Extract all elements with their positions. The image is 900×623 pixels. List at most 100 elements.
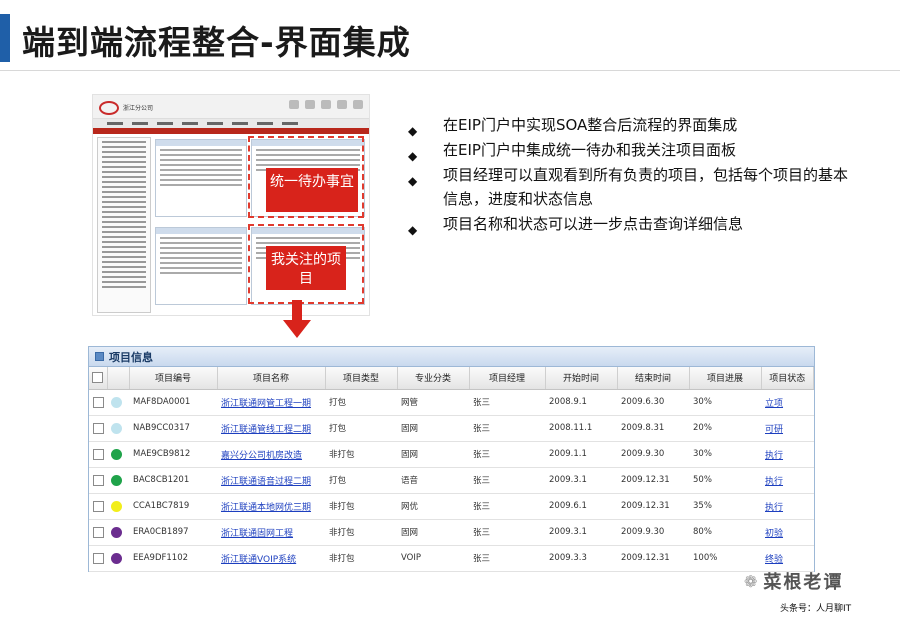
start-date-cell: 2009.1.1	[545, 441, 617, 468]
project-status-link[interactable]: 可研	[765, 425, 783, 435]
table-row[interactable]: MAF8DA0001 浙江联通网管工程一期 打包 网管 张三 2008.9.1 2009.6…	[89, 389, 814, 416]
project-type-cell: 非打包	[325, 519, 397, 546]
row-checkbox[interactable]	[93, 552, 104, 564]
project-status-cell: 执行	[761, 441, 814, 468]
project-name-link[interactable]: 浙江联通本地网优三期	[221, 503, 311, 513]
end-date-cell: 2009.6.30	[617, 389, 689, 416]
status-dot-cell	[107, 467, 129, 494]
down-arrow-shaft	[292, 300, 302, 322]
checkbox-cell	[89, 545, 107, 572]
bullet-item: ◆ 在EIP门户中集成统一待办和我关注项目面板	[408, 138, 848, 163]
project-table: 项目编号 项目名称 项目类型 专业分类 项目经理 开始时间 结束时间 项目进展 …	[89, 367, 814, 572]
column-header[interactable]: 专业分类	[397, 367, 470, 390]
project-info-panel: 项目信息 项目编号 项目名称 项目类型 专业分类 项目经理 开始时间 结束时间 …	[88, 346, 815, 572]
project-name-link[interactable]: 浙江联通语音过程二期	[221, 477, 311, 487]
project-name-link[interactable]: 浙江联通管线工程二期	[221, 425, 311, 435]
project-name-cell: 浙江联通语音过程二期	[217, 467, 325, 494]
project-name-link[interactable]: 浙江联通VOIP系统	[221, 555, 296, 565]
project-manager-cell: 张三	[469, 441, 545, 468]
table-row[interactable]: ERA0CB1897 浙江联通固网工程 非打包 固网 张三 2009.3.1 2009.9.…	[89, 519, 814, 546]
project-status-cell: 执行	[761, 493, 814, 520]
row-checkbox[interactable]	[93, 448, 104, 460]
portal-tool-icon	[289, 100, 299, 109]
project-type-cell: 打包	[325, 389, 397, 416]
status-dot-cell	[107, 441, 129, 468]
title-accent-bar	[0, 14, 10, 62]
project-manager-cell: 张三	[469, 415, 545, 442]
portal-sidebar	[97, 137, 151, 313]
portal-tool-icon	[305, 100, 315, 109]
column-header[interactable]: 开始时间	[545, 367, 618, 390]
column-header[interactable]: 项目名称	[217, 367, 326, 390]
project-status-cell: 立项	[761, 389, 814, 416]
column-header[interactable]: 项目编号	[129, 367, 218, 390]
table-row[interactable]: EEA9DF1102 浙江联通VOIP系统 非打包 VOIP 张三 2009.3.3 200…	[89, 545, 814, 572]
status-dot-cell	[107, 389, 129, 416]
table-row[interactable]: BAC8CB1201 浙江联通语音过程二期 打包 语音 张三 2009.3.1 2009.1…	[89, 467, 814, 494]
project-name-cell: 嘉兴分公司机房改造	[217, 441, 325, 468]
table-row[interactable]: NAB9CC0317 浙江联通管线工程二期 打包 固网 张三 2008.11.1 2009.…	[89, 415, 814, 442]
project-name-link[interactable]: 嘉兴分公司机房改造	[221, 451, 302, 461]
project-name-link[interactable]: 浙江联通固网工程	[221, 529, 293, 539]
project-status-link[interactable]: 执行	[765, 503, 783, 513]
project-status-link[interactable]: 执行	[765, 451, 783, 461]
row-checkbox[interactable]	[93, 526, 104, 538]
project-category-cell: VOIP	[397, 545, 469, 572]
table-row[interactable]: MAE9CB9812 嘉兴分公司机房改造 非打包 固网 张三 2009.1.1 2009.9…	[89, 441, 814, 468]
portal-tool-icon	[337, 100, 347, 109]
row-checkbox[interactable]	[93, 474, 104, 486]
progress-cell: 30%	[689, 389, 761, 416]
portal-company-name: 浙江分公司	[123, 105, 154, 112]
start-date-cell: 2009.3.3	[545, 545, 617, 572]
table-row[interactable]: CCA1BC7819 浙江联通本地网优三期 非打包 网优 张三 2009.6.1 2009.…	[89, 493, 814, 520]
project-status-cell: 初验	[761, 519, 814, 546]
title-divider	[0, 70, 900, 71]
watermark-text: 菜根老谭	[763, 572, 844, 593]
column-header[interactable]: 项目类型	[325, 367, 398, 390]
project-manager-cell: 张三	[469, 519, 545, 546]
slide-title: 端到端流程整合-界面集成	[22, 23, 411, 62]
column-header[interactable]: 项目状态	[761, 367, 814, 390]
status-dot-icon	[111, 448, 122, 460]
project-id-cell: ERA0CB1897	[129, 519, 217, 546]
column-header[interactable]: 项目进展	[689, 367, 762, 390]
end-date-cell: 2009.12.31	[617, 545, 689, 572]
progress-cell: 50%	[689, 467, 761, 494]
project-name-link[interactable]: 浙江联通网管工程一期	[221, 399, 311, 409]
china-unicom-logo	[99, 101, 119, 115]
row-checkbox[interactable]	[93, 396, 104, 408]
project-status-link[interactable]: 立项	[765, 399, 783, 409]
row-checkbox[interactable]	[93, 500, 104, 512]
status-dot-icon	[111, 526, 122, 538]
project-type-cell: 非打包	[325, 545, 397, 572]
start-date-cell: 2009.3.1	[545, 519, 617, 546]
portal-subnav	[93, 128, 369, 134]
select-all-checkbox[interactable]	[92, 372, 104, 384]
project-category-cell: 语音	[397, 467, 469, 494]
project-status-cell: 执行	[761, 467, 814, 494]
project-id-cell: NAB9CC0317	[129, 415, 217, 442]
project-manager-cell: 张三	[469, 389, 545, 416]
project-status-link[interactable]: 初验	[765, 529, 783, 539]
column-header[interactable]: 项目经理	[469, 367, 546, 390]
watermark: ❁ 菜根老谭	[744, 568, 843, 594]
column-header[interactable]: 结束时间	[617, 367, 690, 390]
portal-header: 浙江分公司	[93, 95, 369, 119]
project-name-cell: 浙江联通本地网优三期	[217, 493, 325, 520]
start-date-cell: 2009.6.1	[545, 493, 617, 520]
status-dot-cell	[107, 545, 129, 572]
project-status-link[interactable]: 执行	[765, 477, 783, 487]
project-status-link[interactable]: 终验	[765, 555, 783, 565]
project-category-cell: 网优	[397, 493, 469, 520]
project-category-cell: 网管	[397, 389, 469, 416]
checkbox-cell	[89, 493, 107, 520]
progress-cell: 35%	[689, 493, 761, 520]
panel-icon	[95, 352, 104, 361]
start-date-cell: 2008.9.1	[545, 389, 617, 416]
diamond-bullet-icon: ◆	[408, 174, 418, 188]
portal-toolbar	[289, 100, 363, 109]
progress-cell: 80%	[689, 519, 761, 546]
project-name-cell: 浙江联通网管工程一期	[217, 389, 325, 416]
end-date-cell: 2009.9.30	[617, 519, 689, 546]
row-checkbox[interactable]	[93, 422, 104, 434]
